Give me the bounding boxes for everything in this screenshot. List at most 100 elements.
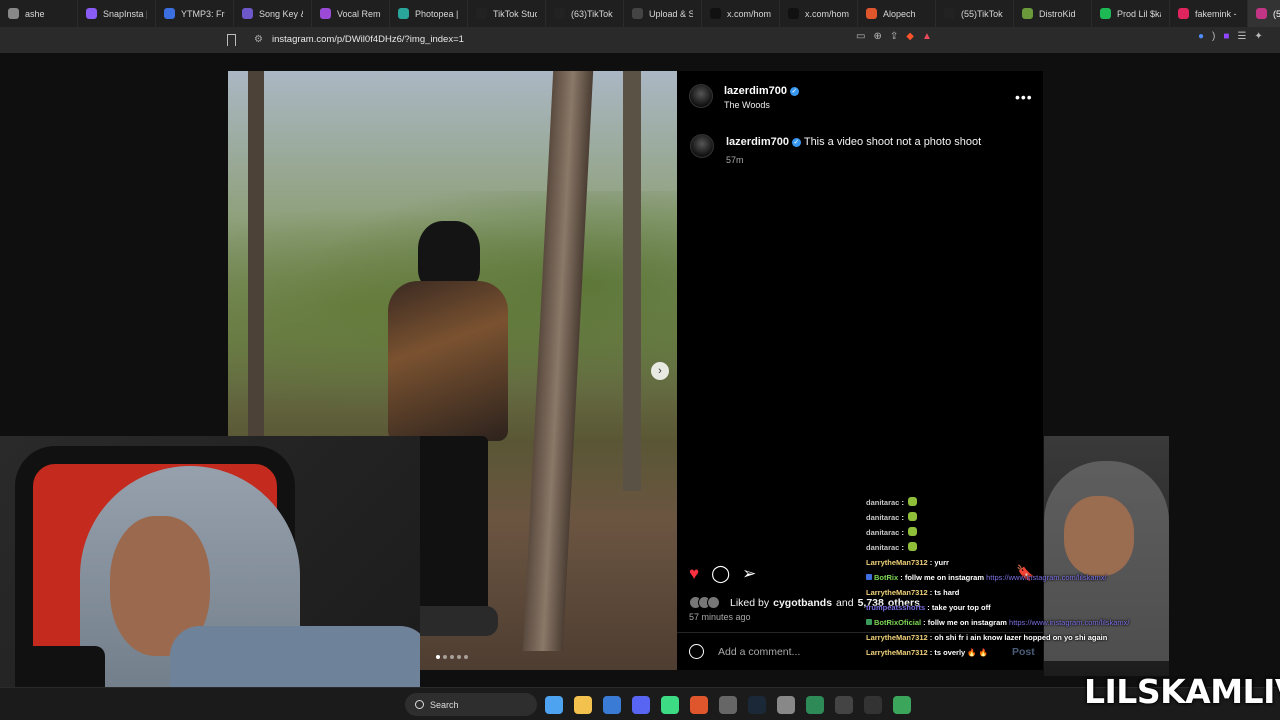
post-caption: lazerdim700 ✓ This a video shoot not a ph… (726, 136, 981, 148)
search-icon (415, 700, 424, 709)
taskbar-app-icon[interactable] (719, 696, 737, 714)
cast-icon[interactable]: ▭ (856, 31, 865, 42)
browser-tab[interactable]: Alopech (858, 0, 936, 27)
verified-badge-icon: ✓ (789, 87, 799, 96)
taskbar-app-icon[interactable] (835, 696, 853, 714)
like-heart-icon[interactable]: ♥ (689, 564, 699, 584)
wireless-icon[interactable]: ) (1212, 31, 1215, 42)
extension-icon[interactable]: ● (1198, 31, 1204, 42)
comment-input[interactable]: Add a comment... (718, 646, 800, 658)
browser-tab[interactable]: Photopea | C (390, 0, 468, 27)
taskbar-app-icon[interactable] (603, 696, 621, 714)
emoji-icon[interactable] (689, 644, 704, 659)
site-settings-icon[interactable]: ⚙ (254, 35, 264, 45)
carousel-next-button[interactable]: › (651, 362, 669, 380)
chat-emote-icon (908, 542, 918, 551)
author-username-text[interactable]: lazerdim700 (724, 85, 787, 97)
chat-link: https://www.instagram.com/lilskamx/ (986, 573, 1107, 582)
taskbar-app-icon[interactable] (545, 696, 563, 714)
caption-avatar[interactable] (690, 134, 714, 158)
browser-toolbar: ⚙ instagram.com/p/DWil0f4DHz6/?img_index… (0, 27, 1280, 53)
extension-icons: ● ) ■ ☰ ✦ (1198, 31, 1263, 42)
tab-title: x.com/home (805, 8, 849, 19)
subject-jersey (388, 281, 508, 441)
author-username[interactable]: lazerdim700 ✓ (724, 85, 799, 97)
chat-username: trumpeatsshorts (866, 603, 926, 612)
streamer-webcam (0, 436, 420, 720)
taskbar-app-icon[interactable] (574, 696, 592, 714)
puzzle-icon[interactable]: ✦ (1254, 31, 1262, 42)
taskbar-app-icon[interactable] (632, 696, 650, 714)
zoom-icon[interactable]: ⊕ (873, 31, 881, 42)
tab-favicon-icon (944, 8, 955, 19)
share-icon[interactable]: ⇪ (890, 31, 898, 42)
taskbar-app-icon[interactable] (806, 696, 824, 714)
share-send-icon[interactable]: ➢ (742, 564, 756, 584)
chat-badge-icon (866, 574, 872, 580)
browser-tab[interactable]: DistroKid (1014, 0, 1092, 27)
address-actions: ▭ ⊕ ⇪ ◆ ▲ (856, 31, 932, 42)
tab-title: YTMP3: Fre (181, 8, 225, 19)
tab-title: (63)TikTok - (571, 8, 615, 19)
tab-title: SnapInsta | D (103, 8, 147, 19)
more-options-icon[interactable]: ••• (1015, 89, 1033, 105)
browser-tab[interactable]: fakemink - fi (1170, 0, 1248, 27)
taskbar-apps (545, 696, 911, 714)
chat-username: danitarac (866, 498, 900, 507)
chat-username: danitarac (866, 543, 900, 552)
browser-tab[interactable]: (5) Insta (1248, 0, 1280, 27)
taskbar-app-icon[interactable] (748, 696, 766, 714)
tab-title: Upload & Sh (649, 8, 693, 19)
taskbar-app-icon[interactable] (661, 696, 679, 714)
chat-text: take your top off (931, 603, 991, 612)
taskbar-app-icon[interactable] (893, 696, 911, 714)
comment-icon[interactable]: ◯ (711, 564, 730, 584)
browser-tab[interactable]: TikTok Studi (468, 0, 546, 27)
tab-title: Prod Lil $kan (1117, 8, 1161, 19)
browser-tab[interactable]: Song Key & (234, 0, 312, 27)
chat-link: https://www.instagram.com/lilskamx/ (1009, 618, 1130, 627)
bookmark-icon[interactable] (227, 34, 236, 46)
chat-text: ts overly 🔥 🔥 (934, 648, 989, 657)
brave-rewards-icon[interactable]: ▲ (922, 31, 932, 42)
caption-timestamp: 57m (726, 155, 744, 165)
tab-favicon-icon (1178, 8, 1189, 19)
chat-message: BotRix : follw me on instagram https://w… (866, 570, 1166, 585)
taskbar-app-icon[interactable] (777, 696, 795, 714)
menu-icon[interactable]: ☰ (1237, 31, 1246, 42)
chat-message: BotRixOficial : follw me on instagram ht… (866, 615, 1166, 630)
post-location[interactable]: The Woods (724, 100, 770, 110)
browser-tab[interactable]: x.com/home (780, 0, 858, 27)
tab-title: Alopech (883, 8, 916, 19)
browser-tab[interactable]: YTMP3: Fre (156, 0, 234, 27)
chat-badge-icon (866, 619, 872, 625)
subject-pants (408, 436, 488, 616)
taskbar-search[interactable]: Search (405, 693, 537, 716)
browser-tab[interactable]: (55)TikTok - (936, 0, 1014, 27)
browser-tab[interactable]: Vocal Remov (312, 0, 390, 27)
browser-tab[interactable]: x.com/home (702, 0, 780, 27)
chat-text: follw me on instagram (927, 618, 1007, 627)
browser-tab[interactable]: Prod Lil $kan (1092, 0, 1170, 27)
browser-tab[interactable]: Upload & Sh (624, 0, 702, 27)
author-avatar[interactable] (689, 84, 713, 108)
carousel-dot (450, 655, 454, 659)
twitch-icon[interactable]: ■ (1223, 31, 1229, 42)
browser-tab[interactable]: SnapInsta | D (78, 0, 156, 27)
taskbar-app-icon[interactable] (690, 696, 708, 714)
liker-avatars (689, 596, 720, 609)
tab-title: TikTok Studi (493, 8, 537, 19)
caption-username[interactable]: lazerdim700 (726, 136, 789, 148)
browser-tab-bar: ashe SnapInsta | D YTMP3: Fre Song Key & Voc… (0, 0, 1280, 27)
browser-tab[interactable]: (63)TikTok - (546, 0, 624, 27)
chat-text: ts hard (934, 588, 960, 597)
tab-favicon-icon (632, 8, 643, 19)
url-text[interactable]: instagram.com/p/DWil0f4DHz6/?img_index=1 (272, 34, 464, 45)
browser-tab[interactable]: ashe (0, 0, 78, 27)
post-time-ago: 57 minutes ago (689, 612, 751, 622)
liked-by-user[interactable]: cygotbands (773, 597, 832, 609)
chat-message: trumpeatsshorts : take your top off (866, 603, 991, 612)
brave-shield-icon[interactable]: ◆ (906, 31, 914, 42)
taskbar-app-icon[interactable] (864, 696, 882, 714)
tab-title: (55)TikTok - (961, 8, 1005, 19)
